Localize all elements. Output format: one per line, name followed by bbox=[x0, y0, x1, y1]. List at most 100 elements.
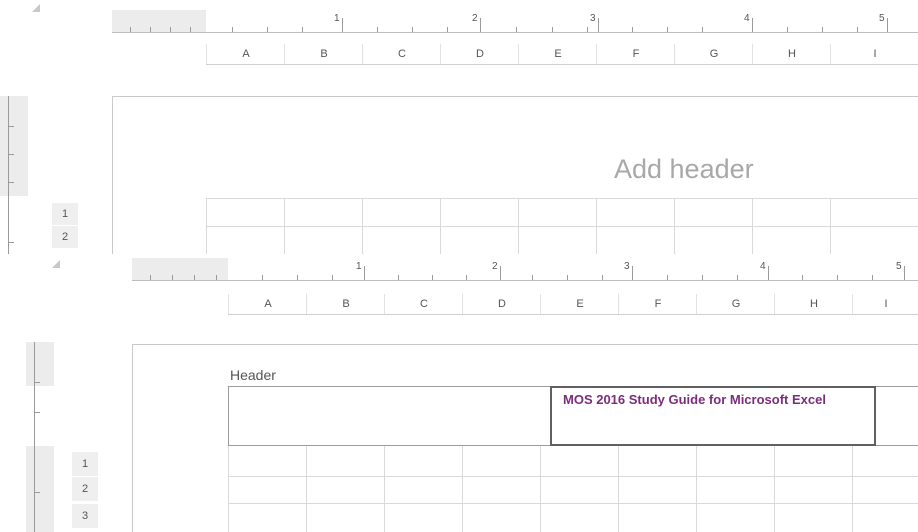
ruler-tick bbox=[8, 182, 14, 183]
ruler-tick bbox=[857, 27, 858, 32]
column-header-b[interactable]: B bbox=[306, 294, 385, 314]
row-header-3[interactable]: 3 bbox=[72, 504, 98, 528]
horizontal-ruler[interactable]: 1 2 3 4 5 bbox=[112, 10, 918, 33]
column-header-b[interactable]: B bbox=[284, 44, 363, 64]
column-header-a[interactable]: A bbox=[228, 294, 307, 314]
ruler-tick bbox=[532, 275, 533, 280]
column-header-h[interactable]: H bbox=[752, 44, 831, 64]
ruler-tick-major bbox=[904, 266, 905, 280]
column-headers: A B C D E F G H I bbox=[206, 44, 918, 65]
ruler-number: 3 bbox=[590, 13, 596, 24]
ruler-tick bbox=[34, 492, 40, 493]
ruler-tick bbox=[172, 275, 173, 280]
ruler-tick bbox=[150, 27, 151, 32]
page-edge bbox=[112, 96, 918, 262]
column-header-d[interactable]: D bbox=[462, 294, 541, 314]
ruler-tick bbox=[130, 27, 131, 32]
ruler-tick bbox=[8, 126, 14, 127]
ruler-tick-major bbox=[500, 266, 501, 280]
ruler-tick-major bbox=[342, 18, 343, 32]
bottom-page-layout-view: 1 2 3 4 5 A B C D E F G H I 1 2 3 Header… bbox=[0, 254, 918, 532]
ruler-margin-area bbox=[26, 342, 54, 386]
column-headers: A B C D E F G H I bbox=[228, 294, 918, 315]
ruler-tick bbox=[150, 275, 151, 280]
ruler-tick bbox=[412, 27, 413, 32]
header-center-section[interactable]: MOS 2016 Study Guide for Microsoft Excel bbox=[550, 386, 876, 446]
ruler-number: 1 bbox=[334, 13, 340, 24]
column-header-i[interactable]: I bbox=[830, 44, 918, 64]
ruler-tick bbox=[8, 154, 14, 155]
ruler-margin-area bbox=[112, 10, 206, 32]
select-all-corner[interactable] bbox=[32, 4, 40, 12]
ruler-tick bbox=[702, 27, 703, 32]
ruler-tick bbox=[262, 275, 263, 280]
ruler-number: 5 bbox=[896, 261, 902, 272]
column-header-e[interactable]: E bbox=[540, 294, 619, 314]
ruler-tick bbox=[587, 27, 588, 32]
gridline bbox=[674, 198, 675, 262]
ruler-tick bbox=[466, 275, 467, 280]
column-header-h[interactable]: H bbox=[774, 294, 853, 314]
ruler-tick bbox=[194, 275, 195, 280]
add-header-placeholder[interactable]: Add header bbox=[614, 154, 754, 185]
gridline bbox=[228, 446, 229, 532]
gridline bbox=[228, 476, 918, 477]
column-header-c[interactable]: C bbox=[384, 294, 463, 314]
gridline bbox=[284, 198, 285, 262]
column-header-a[interactable]: A bbox=[206, 44, 285, 64]
column-header-g[interactable]: G bbox=[674, 44, 753, 64]
ruler-tick bbox=[667, 27, 668, 32]
header-label: Header bbox=[230, 367, 276, 383]
column-header-f[interactable]: F bbox=[596, 44, 675, 64]
row-header-2[interactable]: 2 bbox=[52, 226, 78, 248]
ruler-tick bbox=[190, 27, 191, 32]
ruler-tick bbox=[632, 27, 633, 32]
row-header-2[interactable]: 2 bbox=[72, 477, 98, 501]
ruler-line bbox=[34, 342, 35, 532]
gridline bbox=[440, 198, 441, 262]
ruler-tick bbox=[787, 27, 788, 32]
ruler-number: 4 bbox=[744, 13, 750, 24]
ruler-tick-major bbox=[480, 18, 481, 32]
vertical-ruler[interactable] bbox=[26, 342, 54, 532]
ruler-tick bbox=[552, 27, 553, 32]
ruler-tick bbox=[267, 27, 268, 32]
gridline bbox=[306, 446, 307, 532]
column-header-g[interactable]: G bbox=[696, 294, 775, 314]
row-header-1[interactable]: 1 bbox=[72, 452, 98, 476]
ruler-tick bbox=[702, 275, 703, 280]
ruler-tick bbox=[216, 275, 217, 280]
ruler-tick bbox=[398, 275, 399, 280]
gridline bbox=[362, 198, 363, 262]
ruler-tick-major bbox=[598, 18, 599, 32]
gridline bbox=[206, 198, 918, 199]
ruler-number: 5 bbox=[879, 13, 885, 24]
gridline bbox=[596, 198, 597, 262]
ruler-number: 2 bbox=[472, 13, 478, 24]
ruler-tick bbox=[34, 382, 40, 383]
column-header-f[interactable]: F bbox=[618, 294, 697, 314]
column-header-i[interactable]: I bbox=[852, 294, 918, 314]
ruler-tick bbox=[170, 27, 171, 32]
ruler-tick-major bbox=[364, 266, 365, 280]
ruler-tick bbox=[232, 27, 233, 32]
gridline bbox=[206, 226, 918, 227]
ruler-number: 3 bbox=[624, 261, 630, 272]
gridline bbox=[752, 198, 753, 262]
vertical-ruler[interactable] bbox=[0, 96, 28, 262]
ruler-tick bbox=[837, 275, 838, 280]
ruler-tick bbox=[432, 275, 433, 280]
ruler-tick bbox=[302, 27, 303, 32]
horizontal-ruler[interactable]: 1 2 3 4 5 bbox=[132, 258, 918, 281]
ruler-tick bbox=[377, 27, 378, 32]
ruler-tick bbox=[447, 27, 448, 32]
select-all-corner[interactable] bbox=[52, 260, 60, 268]
ruler-tick bbox=[297, 275, 298, 280]
column-header-d[interactable]: D bbox=[440, 44, 519, 64]
ruler-tick-major bbox=[632, 266, 633, 280]
gridline bbox=[696, 446, 697, 532]
row-header-1[interactable]: 1 bbox=[52, 203, 78, 225]
column-header-c[interactable]: C bbox=[362, 44, 441, 64]
top-page-layout-view: 1 2 3 4 5 A B C D E F G H I 1 2 Add head… bbox=[0, 0, 918, 262]
column-header-e[interactable]: E bbox=[518, 44, 597, 64]
